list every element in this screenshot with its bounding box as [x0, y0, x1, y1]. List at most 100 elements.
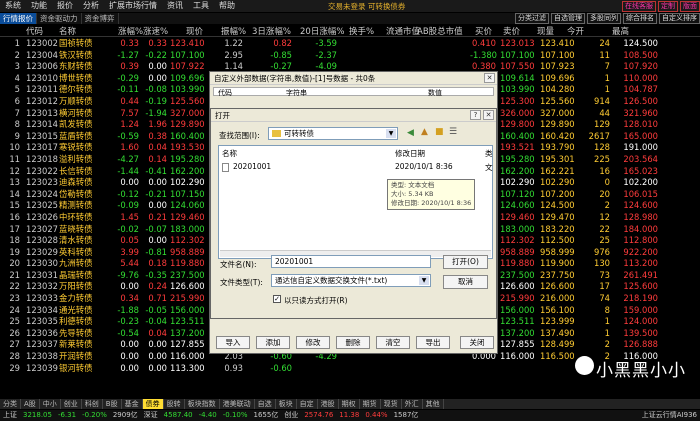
close-icon[interactable]: ✕ — [484, 73, 495, 83]
tab-1[interactable]: 资金驱动力 — [37, 13, 82, 24]
dialog-button-0[interactable]: 导入 — [216, 336, 250, 349]
market-tab[interactable]: 创业 — [61, 399, 82, 409]
file-row[interactable]: 20201001 2020/10/1 8:36 文 — [222, 162, 493, 173]
market-tab[interactable]: 板块 — [276, 399, 297, 409]
toolbar-button[interactable]: 分类过滤 — [515, 13, 549, 24]
market-tab[interactable]: 分类 — [0, 399, 21, 409]
toolbar-button[interactable]: 自选管理 — [551, 13, 585, 24]
market-tab[interactable]: 自选 — [255, 399, 276, 409]
tab-2[interactable]: 资金博弈 — [82, 13, 119, 24]
up-folder-icon[interactable]: ▲ — [421, 127, 428, 137]
column-header[interactable]: 流通市值 — [386, 25, 420, 37]
cell-px: 129.890 — [170, 119, 205, 130]
cell-px: 123.511 — [170, 316, 205, 327]
toolbar-button[interactable]: 自定义排序 — [659, 13, 700, 24]
market-tab[interactable]: B股 — [103, 399, 122, 409]
cell-vol: 327.000 — [540, 107, 575, 118]
column-header[interactable]: 现量 — [537, 25, 554, 37]
market-tab[interactable]: 股转 — [164, 399, 185, 409]
column-header[interactable]: 代码 — [26, 25, 43, 37]
market-tab[interactable]: 港股 — [318, 399, 339, 409]
market-tab[interactable]: 港美联动 — [220, 399, 255, 409]
chevron-down-icon[interactable]: ▼ — [386, 129, 396, 138]
cell-name: 利德转债 — [59, 316, 93, 327]
market-tab[interactable]: 期权 — [339, 399, 360, 409]
table-row[interactable]: 2 123004 铁汉转债 -1.27 -0.22 107.100 2.95 -0.85 -2.… — [0, 50, 700, 62]
lookin-select[interactable]: 可转转债 ▼ — [268, 127, 398, 140]
dialog-button-1[interactable]: 添加 — [256, 336, 290, 349]
cell-pct: -0.11 — [117, 84, 139, 95]
toolbar-button[interactable]: 综合排名 — [623, 13, 657, 24]
market-tab[interactable]: A股 — [21, 399, 40, 409]
cell-spd: 0.24 — [148, 281, 167, 292]
dialog-button-3[interactable]: 删除 — [336, 336, 370, 349]
open-button[interactable]: 打开(O) — [443, 255, 488, 269]
cancel-button[interactable]: 取消 — [443, 275, 488, 289]
dialog-button-5[interactable]: 导出 — [416, 336, 450, 349]
column-header[interactable]: 名称 — [59, 25, 76, 37]
menu-item[interactable]: 分析 — [78, 0, 104, 12]
view-menu-icon[interactable]: ☰ — [449, 127, 457, 137]
cell-buy: 112.302 — [500, 235, 535, 246]
column-header[interactable]: 振幅% — [221, 25, 246, 37]
market-tab[interactable]: 科创 — [82, 399, 103, 409]
menu-item[interactable]: 资讯 — [162, 0, 188, 12]
cell-spd: -0.35 — [145, 269, 167, 280]
cell-vol: 162.221 — [540, 165, 575, 176]
cell-n: 21 — [9, 269, 20, 280]
table-row[interactable]: 1 123002 国祯转债 0.33 0.33 123.410 1.22 0.82 -3.59 0… — [0, 38, 700, 50]
cell-vol: 129.890 — [540, 119, 575, 130]
cell-spd: 0.00 — [148, 177, 167, 188]
menu-right-button[interactable]: 定制 — [658, 0, 678, 12]
close-icon[interactable]: ✕ — [483, 110, 494, 120]
dialog-button-2[interactable]: 修改 — [296, 336, 330, 349]
filetype-select[interactable]: 通达信自定义数据交换文件(*.txt) ▼ — [271, 274, 431, 287]
column-header[interactable]: 3日涨幅% — [252, 25, 291, 37]
menu-item[interactable]: 功能 — [26, 0, 52, 12]
market-tab[interactable]: 外汇 — [402, 399, 423, 409]
market-tab[interactable]: 中小 — [40, 399, 61, 409]
cell-cur: 113.200 — [623, 258, 658, 269]
column-header[interactable]: AB股总市值 — [417, 25, 463, 37]
market-tab[interactable]: 现货 — [381, 399, 402, 409]
market-tab[interactable]: 自定 — [297, 399, 318, 409]
column-header[interactable]: 买价 — [475, 25, 492, 37]
readonly-checkbox[interactable]: ✓ — [273, 295, 281, 303]
login-notice: 交易未登录 可转换债券 — [328, 1, 406, 11]
tab-0[interactable]: 行情报价 — [0, 13, 37, 24]
column-header[interactable]: 现价 — [186, 25, 203, 37]
menu-item[interactable]: 扩展市场行情 — [104, 0, 162, 12]
market-tab[interactable]: 债券 — [142, 399, 164, 409]
new-folder-icon[interactable]: ■ — [435, 127, 444, 137]
cell-vol: 156.100 — [540, 304, 575, 315]
column-header[interactable]: 涨速% — [143, 25, 168, 37]
cell-code: 123032 — [26, 281, 58, 292]
filename-input[interactable]: 20201001 — [271, 255, 431, 268]
help-icon[interactable]: ? — [470, 110, 481, 120]
menu-right-button[interactable]: 版面 — [680, 0, 700, 12]
menu-item[interactable]: 工具 — [188, 0, 214, 12]
menu-item[interactable]: 系统 — [0, 0, 26, 12]
table-row[interactable]: 29 123039 银河转债 0.00 0.00 113.300 0.93 -0.60 — [0, 363, 700, 375]
market-tab[interactable]: 板块指数 — [185, 399, 220, 409]
cell-code: 123015 — [26, 130, 58, 141]
market-tab[interactable]: 基金 — [122, 399, 143, 409]
column-header[interactable]: 换手% — [349, 25, 374, 37]
toolbar-button[interactable]: 多股同列 — [587, 13, 621, 24]
open-file-dialog: 打开 ? ✕ 查找范围(I): 可转转债 ▼ ◀ ▲ ■ ☰ 名称 修改日期 类… — [210, 108, 497, 319]
column-header[interactable]: 20日涨幅% — [300, 25, 344, 37]
menu-item[interactable]: 帮助 — [214, 0, 240, 12]
chevron-down-icon[interactable]: ▼ — [419, 276, 429, 285]
column-header[interactable]: 最高 — [612, 25, 629, 37]
column-header[interactable]: 卖价 — [503, 25, 520, 37]
menu-right-button[interactable]: 在线客服 — [622, 0, 656, 12]
text-file-icon — [222, 163, 229, 172]
dialog-button-4[interactable]: 清空 — [376, 336, 410, 349]
column-header[interactable]: 今开 — [567, 25, 584, 37]
back-icon[interactable]: ◀ — [407, 128, 414, 138]
market-tab[interactable]: 期货 — [360, 399, 381, 409]
market-tab[interactable]: 其他 — [423, 399, 444, 409]
menu-item[interactable]: 报价 — [52, 0, 78, 12]
column-header[interactable]: 涨幅% — [118, 25, 143, 37]
dialog-button-6[interactable]: 关闭 — [460, 336, 494, 349]
